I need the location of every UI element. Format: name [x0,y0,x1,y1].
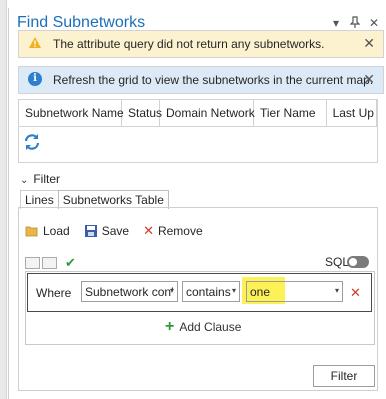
remove-label: Remove [157,224,203,238]
save-icon [84,225,97,237]
operator-dropdown[interactable]: contains ▾ [182,281,240,302]
value-dropdown[interactable]: one ▾ [246,281,343,302]
filter-section-header[interactable]: ⌄ Filter [20,172,60,186]
load-label: Load [43,224,70,238]
delete-clause-icon[interactable]: ✕ [350,285,361,301]
list-view-icon[interactable] [42,257,57,269]
column-header-domain-network[interactable]: Domain Network [160,100,255,126]
operator-value: contains [186,285,231,299]
plus-icon: + [165,318,175,335]
pin-icon[interactable] [349,16,361,31]
load-button[interactable]: Load [25,224,70,238]
warning-text: The attribute query did not return any s… [53,37,325,51]
view-tools: ✔ [25,255,76,271]
warning-message: The attribute query did not return any s… [18,30,384,58]
query-builder-view-icon[interactable] [25,257,40,269]
filter-tabs: Lines Subnetworks Table [20,190,169,209]
save-label: Save [101,224,130,238]
filter-button[interactable]: Filter [313,365,375,387]
column-header-status[interactable]: Status [122,100,162,126]
field-value: Subnetwork con’ [85,285,174,299]
toggle-knob [349,258,357,266]
info-icon: i [28,72,42,86]
save-button[interactable]: Save [84,224,129,238]
window-frame [0,0,7,399]
add-clause-button[interactable]: + Add Clause [165,318,242,335]
chevron-down-icon: ▾ [169,286,174,295]
filter-toolbar: Load Save ✕ Remove [25,223,203,239]
info-message: i Refresh the grid to view the subnetwor… [18,66,384,94]
close-icon[interactable]: ✕ [363,71,375,88]
column-header-last-update[interactable]: Last Up [327,100,377,126]
filter-section-label: Filter [33,172,61,186]
close-icon[interactable]: ✕ [363,35,375,52]
add-clause-label: Add Clause [179,320,242,334]
close-icon[interactable]: ✕ [369,16,379,31]
grid-header: Subnetwork Name Status Domain Network Ti… [19,100,377,127]
subnetworks-grid: Subnetwork Name Status Domain Network Ti… [18,99,378,163]
warning-icon [29,37,41,48]
chevron-down-icon: ▾ [334,286,339,295]
sql-label: SQL [325,255,350,269]
info-text: Refresh the grid to view the subnetworks… [53,73,374,87]
refresh-icon[interactable] [23,133,41,151]
chevron-down-icon: ▾ [231,286,236,295]
folder-icon [25,226,38,237]
sql-toggle[interactable] [347,256,369,268]
value-text: one [250,285,271,299]
column-header-subnetwork-name[interactable]: Subnetwork Name [19,100,124,126]
field-dropdown[interactable]: Subnetwork con’ ▾ [81,281,178,302]
chevron-down-icon[interactable]: ▾ [331,16,341,31]
column-header-tier-name[interactable]: Tier Name [254,100,327,126]
remove-icon: ✕ [143,223,154,238]
chevron-down-icon[interactable]: ⌄ [20,175,30,186]
check-icon[interactable]: ✔ [65,255,76,271]
where-label: Where [36,286,72,300]
remove-button[interactable]: ✕ Remove [143,223,203,239]
